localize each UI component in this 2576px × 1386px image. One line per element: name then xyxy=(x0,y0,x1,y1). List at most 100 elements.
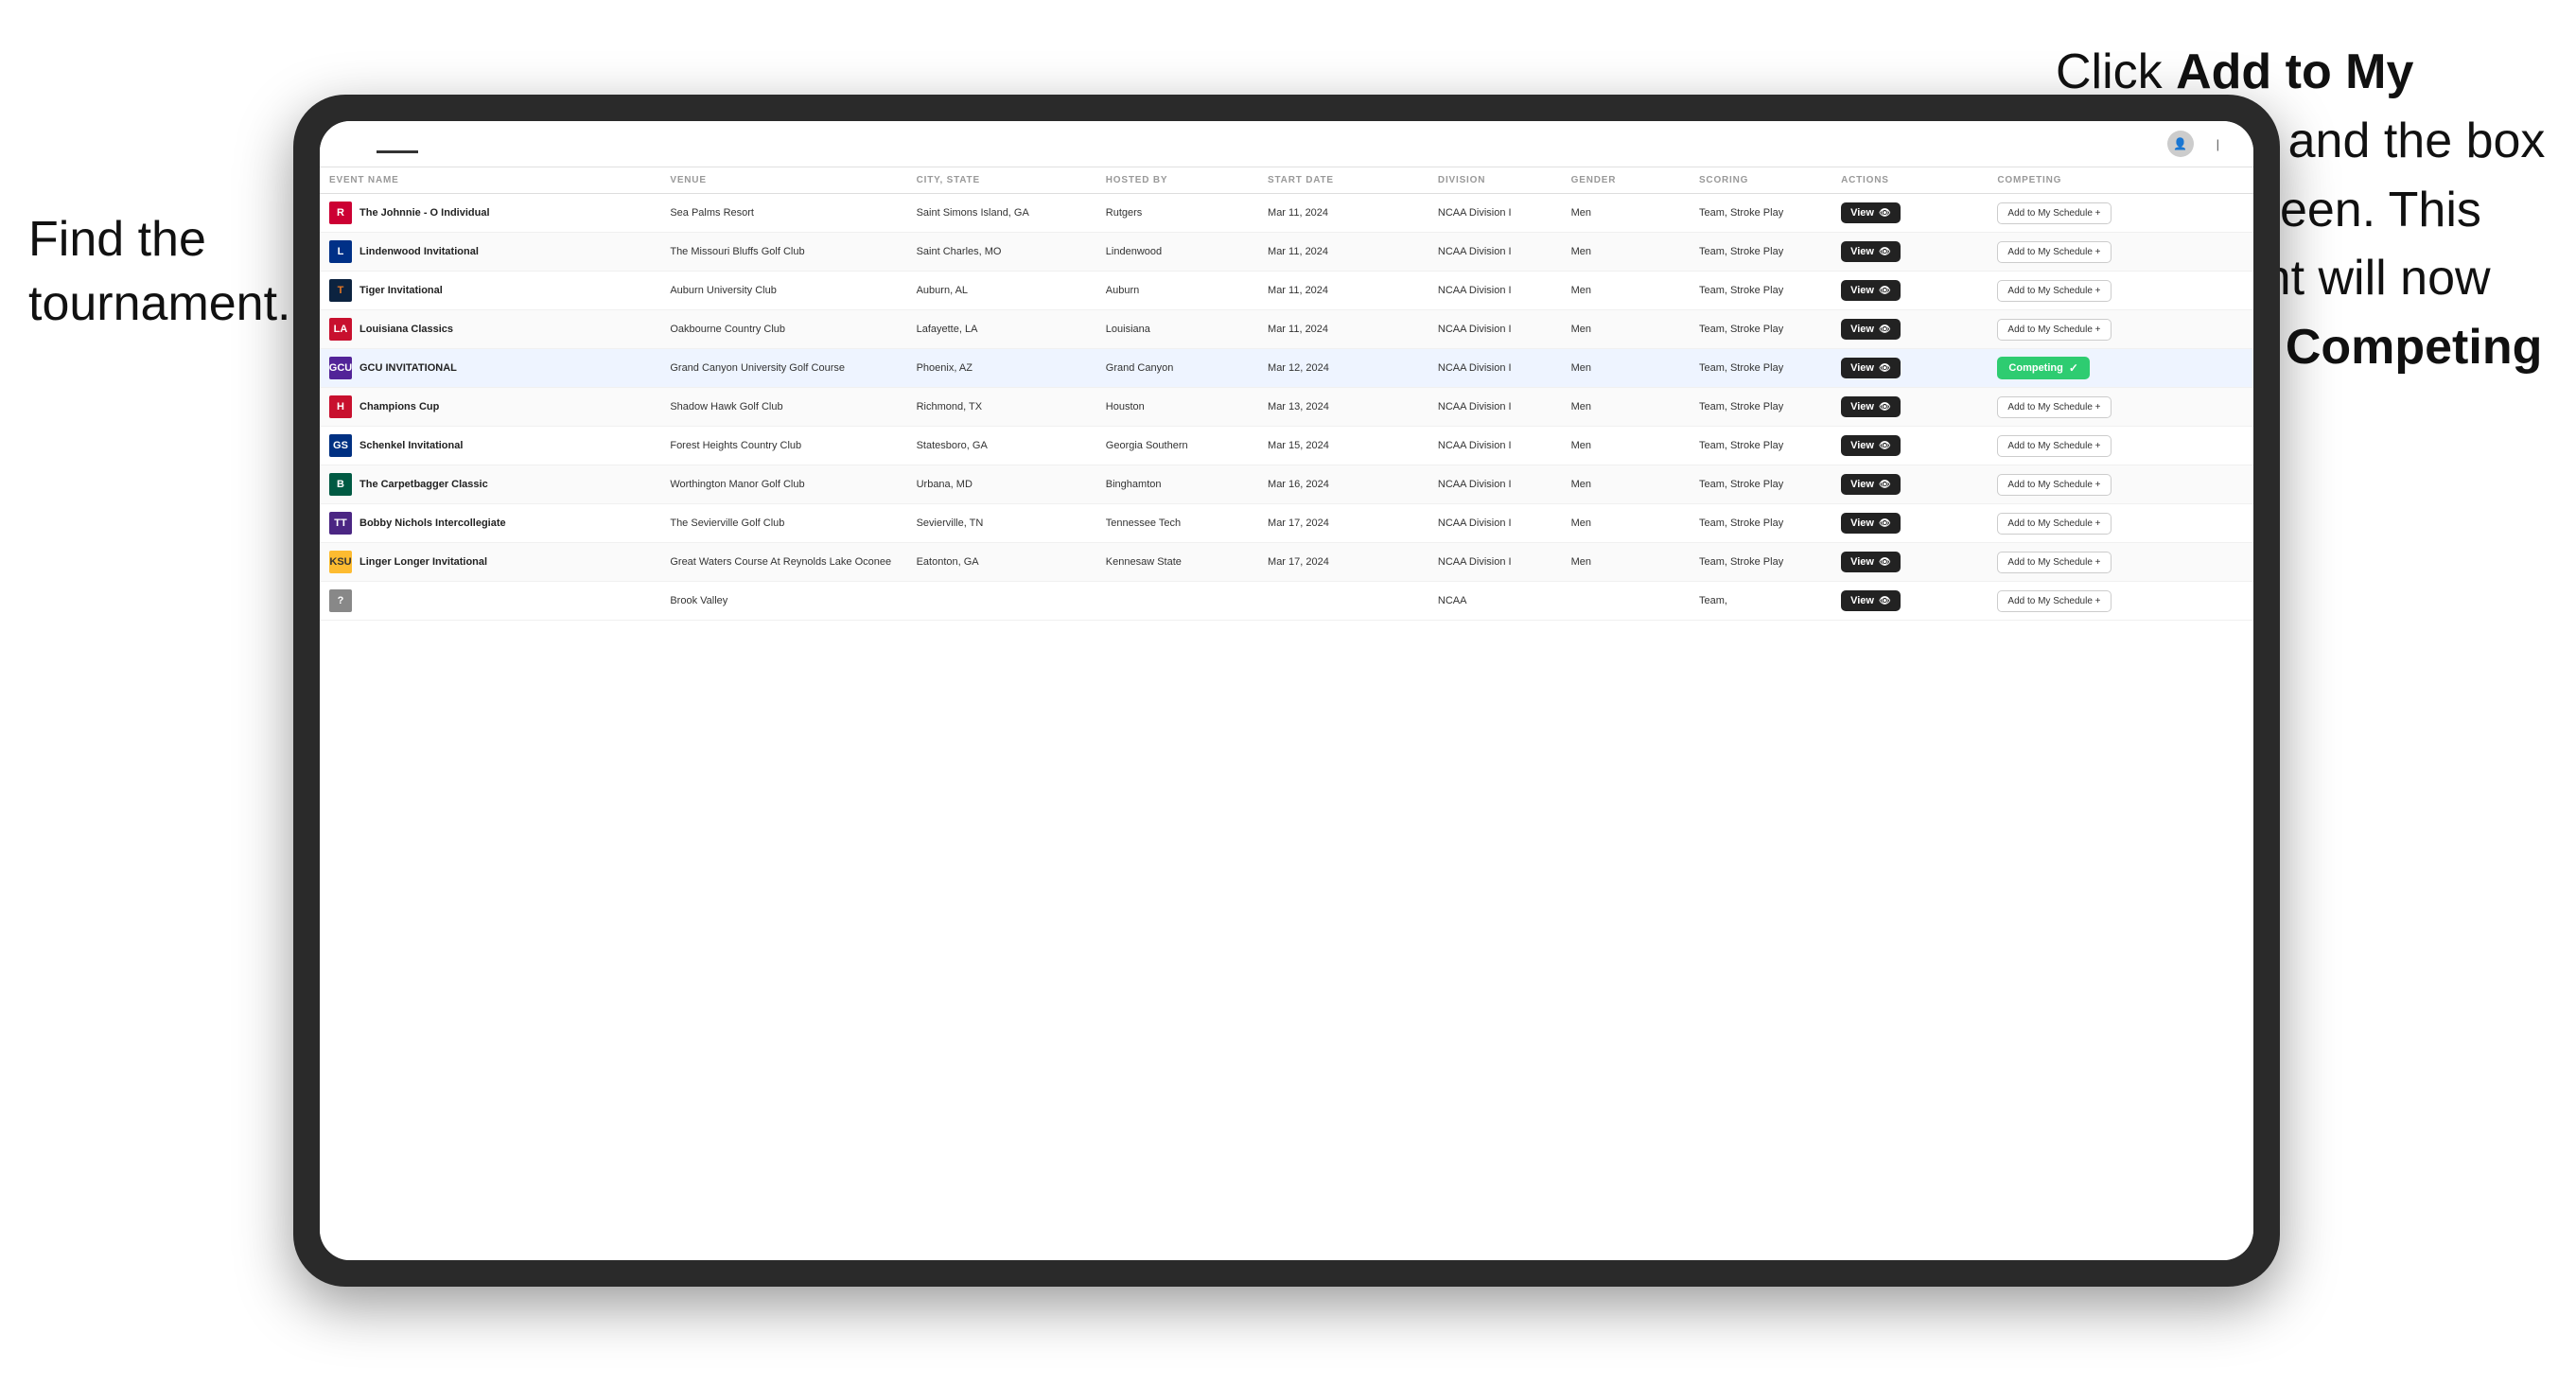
col-header-event: EVENT NAME xyxy=(320,167,660,194)
division-cell: NCAA Division I xyxy=(1428,194,1562,233)
table-row: B The Carpetbagger Classic Worthington M… xyxy=(320,465,2253,504)
add-to-schedule-button[interactable]: Add to My Schedule + xyxy=(1997,474,2111,496)
gender-cell: Men xyxy=(1562,349,1690,388)
table-container: EVENT NAME VENUE CITY, STATE HOSTED BY S… xyxy=(320,167,2253,1260)
table-row: R The Johnnie - O Individual Sea Palms R… xyxy=(320,194,2253,233)
hosted-by-cell: Binghamton xyxy=(1096,465,1258,504)
view-button[interactable]: View 👁 xyxy=(1841,474,1901,495)
date-cell: Mar 13, 2024 xyxy=(1258,388,1428,427)
team-logo: GCU xyxy=(329,357,352,379)
add-to-schedule-button[interactable]: Add to My Schedule + xyxy=(1997,280,2111,302)
team-logo: LA xyxy=(329,318,352,341)
event-name-cell: GS Schenkel Invitational xyxy=(320,427,660,465)
competing-cell: Add to My Schedule + xyxy=(1988,272,2253,310)
separator: | xyxy=(2217,137,2219,151)
venue-cell: Sea Palms Resort xyxy=(660,194,906,233)
actions-cell: View 👁 xyxy=(1831,427,1988,465)
gender-cell: Men xyxy=(1562,465,1690,504)
team-logo: R xyxy=(329,202,352,224)
add-to-schedule-button[interactable]: Add to My Schedule + xyxy=(1997,435,2111,457)
col-header-division: DIVISION xyxy=(1428,167,1562,194)
table-row: KSU Linger Longer Invitational Great Wat… xyxy=(320,543,2253,582)
city-cell: Saint Charles, MO xyxy=(907,233,1096,272)
city-cell xyxy=(907,582,1096,621)
add-schedule-label: Add to My Schedule + xyxy=(2007,247,2100,257)
col-header-gender: GENDER xyxy=(1562,167,1690,194)
view-button[interactable]: View 👁 xyxy=(1841,358,1901,378)
view-label: View xyxy=(1850,595,1874,606)
gender-cell: Men xyxy=(1562,310,1690,349)
date-cell: Mar 11, 2024 xyxy=(1258,310,1428,349)
venue-cell: Worthington Manor Golf Club xyxy=(660,465,906,504)
add-to-schedule-button[interactable]: Add to My Schedule + xyxy=(1997,319,2111,341)
hosted-by-cell: Grand Canyon xyxy=(1096,349,1258,388)
division-cell: NCAA xyxy=(1428,582,1562,621)
col-header-actions: ACTIONS xyxy=(1831,167,1988,194)
col-header-hosted: HOSTED BY xyxy=(1096,167,1258,194)
eye-icon: 👁 xyxy=(1879,286,1891,296)
add-to-schedule-button[interactable]: Add to My Schedule + xyxy=(1997,202,2111,224)
venue-cell: Oakbourne Country Club xyxy=(660,310,906,349)
table-header-row: EVENT NAME VENUE CITY, STATE HOSTED BY S… xyxy=(320,167,2253,194)
city-cell: Auburn, AL xyxy=(907,272,1096,310)
view-button[interactable]: View 👁 xyxy=(1841,280,1901,301)
venue-cell: Great Waters Course At Reynolds Lake Oco… xyxy=(660,543,906,582)
team-logo: KSU xyxy=(329,551,352,573)
event-name-cell: T Tiger Invitational xyxy=(320,272,660,310)
competing-cell: Add to My Schedule + xyxy=(1988,427,2253,465)
event-name: Schenkel Invitational xyxy=(359,440,463,451)
tab-teams[interactable] xyxy=(418,135,460,153)
view-button[interactable]: View 👁 xyxy=(1841,396,1901,417)
gender-cell: Men xyxy=(1562,388,1690,427)
table-row: ? Brook Valley NCAA Team, View 👁 Add to … xyxy=(320,582,2253,621)
division-cell: NCAA Division I xyxy=(1428,465,1562,504)
view-button[interactable]: View 👁 xyxy=(1841,590,1901,611)
add-schedule-label: Add to My Schedule + xyxy=(2007,596,2100,606)
tablet-screen: 👤 | EVENT NAME VENUE CITY, STATE HOSTED … xyxy=(320,121,2253,1260)
venue-cell: Shadow Hawk Golf Club xyxy=(660,388,906,427)
view-button[interactable]: View 👁 xyxy=(1841,435,1901,456)
view-button[interactable]: View 👁 xyxy=(1841,319,1901,340)
table-row: GS Schenkel Invitational Forest Heights … xyxy=(320,427,2253,465)
table-row: LA Louisiana Classics Oakbourne Country … xyxy=(320,310,2253,349)
division-cell: NCAA Division I xyxy=(1428,233,1562,272)
division-cell: NCAA Division I xyxy=(1428,349,1562,388)
eye-icon: 👁 xyxy=(1879,325,1891,335)
view-button[interactable]: View 👁 xyxy=(1841,513,1901,534)
city-cell: Statesboro, GA xyxy=(907,427,1096,465)
competing-cell: Add to My Schedule + xyxy=(1988,233,2253,272)
competing-cell: Add to My Schedule + xyxy=(1988,504,2253,543)
division-cell: NCAA Division I xyxy=(1428,310,1562,349)
add-to-schedule-button[interactable]: Add to My Schedule + xyxy=(1997,590,2111,612)
date-cell: Mar 15, 2024 xyxy=(1258,427,1428,465)
scoring-cell: Team, Stroke Play xyxy=(1690,427,1831,465)
competing-label: Competing xyxy=(2008,362,2062,374)
view-button[interactable]: View 👁 xyxy=(1841,241,1901,262)
view-label: View xyxy=(1850,518,1874,529)
eye-icon: 👁 xyxy=(1879,557,1891,568)
date-cell: Mar 11, 2024 xyxy=(1258,233,1428,272)
hosted-by-cell: Georgia Southern xyxy=(1096,427,1258,465)
gender-cell: Men xyxy=(1562,504,1690,543)
table-row: L Lindenwood Invitational The Missouri B… xyxy=(320,233,2253,272)
view-button[interactable]: View 👁 xyxy=(1841,552,1901,572)
add-to-schedule-button[interactable]: Add to My Schedule + xyxy=(1997,241,2111,263)
venue-cell: Auburn University Club xyxy=(660,272,906,310)
add-to-schedule-button[interactable]: Add to My Schedule + xyxy=(1997,552,2111,573)
division-cell: NCAA Division I xyxy=(1428,504,1562,543)
event-name: Champions Cup xyxy=(359,401,439,412)
add-to-schedule-button[interactable]: Add to My Schedule + xyxy=(1997,513,2111,535)
city-cell: Phoenix, AZ xyxy=(907,349,1096,388)
view-button[interactable]: View 👁 xyxy=(1841,202,1901,223)
table-row: T Tiger Invitational Auburn University C… xyxy=(320,272,2253,310)
tab-tournaments[interactable] xyxy=(377,135,418,153)
event-name: Louisiana Classics xyxy=(359,324,453,335)
add-to-schedule-button[interactable]: Add to My Schedule + xyxy=(1997,396,2111,418)
gender-cell: Men xyxy=(1562,427,1690,465)
actions-cell: View 👁 xyxy=(1831,504,1988,543)
hosted-by-cell: Auburn xyxy=(1096,272,1258,310)
event-name-cell: B The Carpetbagger Classic xyxy=(320,465,660,504)
hosted-by-cell: Louisiana xyxy=(1096,310,1258,349)
add-schedule-label: Add to My Schedule + xyxy=(2007,402,2100,412)
competing-button[interactable]: Competing✓ xyxy=(1997,357,2090,379)
